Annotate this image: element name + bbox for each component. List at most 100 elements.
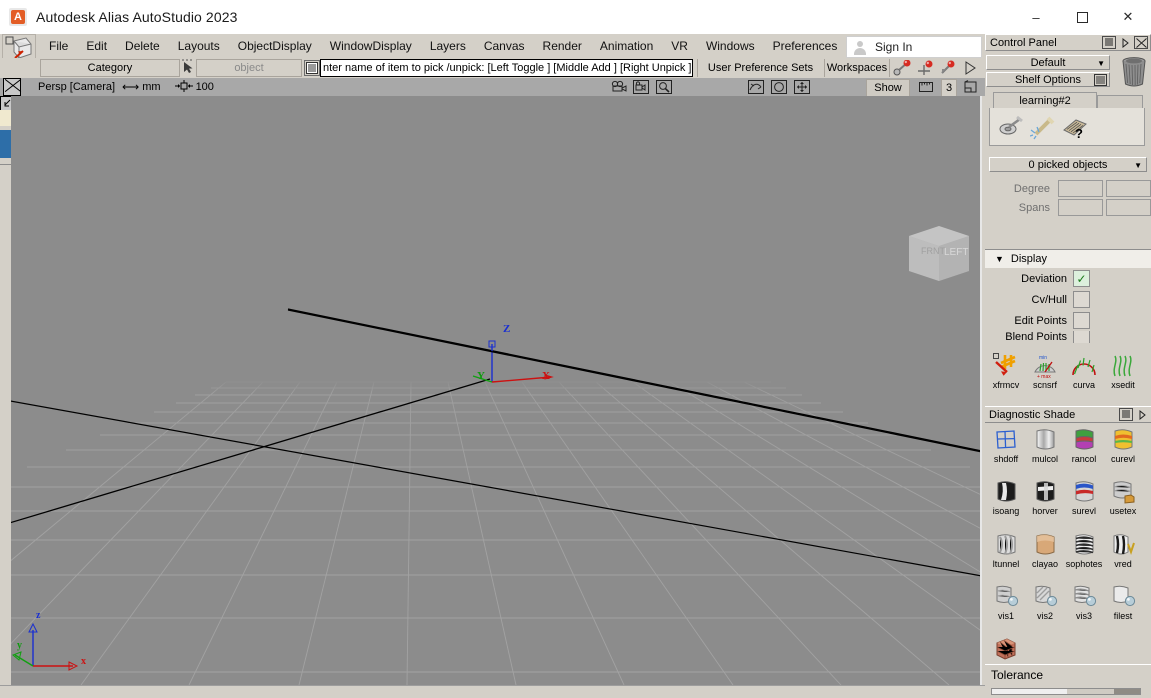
shelf-item-scnsrf[interactable]: min + max scnsrf	[1027, 353, 1063, 399]
menu-canvas[interactable]: Canvas	[475, 36, 534, 56]
shade-item-vis1[interactable]: vis1	[988, 584, 1024, 630]
menu-render[interactable]: Render	[534, 36, 591, 56]
perspective-viewport[interactable]: FRNT LEFT Z X Y z	[11, 96, 982, 685]
ruler-icon[interactable]	[918, 80, 934, 97]
tool-red-1-icon[interactable]	[893, 60, 911, 79]
sparkle-tool-icon[interactable]	[1030, 114, 1056, 140]
spans-field-1[interactable]	[1058, 199, 1103, 216]
help-keyboard-icon[interactable]: ?	[1062, 114, 1088, 140]
shade-item-clayao[interactable]: clayao	[1027, 532, 1063, 578]
menu-file[interactable]: File	[40, 36, 77, 56]
trash-icon[interactable]	[1120, 54, 1148, 88]
user-avatar-icon	[852, 40, 867, 55]
shade-item-vred[interactable]: vred	[1105, 532, 1141, 578]
camera-lock-icon[interactable]	[633, 80, 649, 97]
object-field-value: object	[234, 62, 263, 74]
ltunnel-icon	[993, 532, 1019, 558]
menu-layers[interactable]: Layers	[421, 36, 475, 56]
shade-item-vis2[interactable]: vis2	[1027, 584, 1063, 630]
xfrmcv-icon	[993, 353, 1019, 379]
panel-expand-icon[interactable]	[1118, 36, 1132, 49]
menu-animation[interactable]: Animation	[591, 36, 662, 56]
maximize-button[interactable]	[1059, 0, 1105, 34]
window-icon[interactable]	[963, 80, 979, 97]
shelf-tab-learning2[interactable]: learning#2	[993, 92, 1097, 108]
shade-item-filest[interactable]: filest	[1105, 584, 1141, 630]
chevron-down-icon: ▼	[1134, 161, 1142, 170]
viewport-close-icon[interactable]	[3, 78, 21, 96]
tool-red-3-icon[interactable]	[939, 60, 957, 79]
shelf-tab-empty[interactable]	[1097, 95, 1143, 108]
sign-in-label: Sign In	[875, 40, 912, 54]
control-panel-title: Control Panel	[990, 37, 1057, 49]
render-icon[interactable]	[748, 80, 764, 97]
camera-icon[interactable]	[611, 80, 627, 97]
close-button[interactable]: ✕	[1105, 0, 1151, 34]
shade-item-curevl[interactable]: curevl	[1105, 427, 1141, 473]
prompt-field[interactable]: nter name of item to pick /unpick: [Left…	[320, 59, 693, 77]
list-icon[interactable]	[304, 60, 320, 76]
revolve-tool-icon[interactable]	[998, 114, 1024, 140]
tool-red-2-icon[interactable]	[916, 60, 934, 79]
category-button[interactable]: Category	[40, 59, 180, 77]
shade-item-horver[interactable]: horver	[1027, 479, 1063, 525]
workspaces-button[interactable]: Workspaces	[824, 59, 890, 77]
magnifier-icon[interactable]	[656, 80, 672, 97]
cvhull-checkbox[interactable]	[1073, 291, 1090, 308]
editpoints-checkbox[interactable]	[1073, 312, 1090, 329]
move-icon[interactable]	[794, 80, 810, 97]
shade-item-isoang[interactable]: isoang	[988, 479, 1024, 525]
menu-edit[interactable]: Edit	[77, 36, 116, 56]
diagnostic-shade-header: Diagnostic Shade	[985, 406, 1151, 423]
tolerance-slider[interactable]	[991, 688, 1141, 695]
shelf-item-xfrmcv[interactable]: xfrmcv	[988, 353, 1024, 399]
menu-delete[interactable]: Delete	[116, 36, 169, 56]
menu-objectdisplay[interactable]: ObjectDisplay	[229, 36, 321, 56]
shade-item-shdoff[interactable]: shdoff	[988, 427, 1024, 473]
deviation-checkbox[interactable]: ✓	[1073, 270, 1090, 287]
shade-item-rancol[interactable]: rancol	[1066, 427, 1102, 473]
shelf-item-curva[interactable]: curva	[1066, 353, 1102, 399]
picked-objects-dropdown[interactable]: 0 picked objects ▼	[989, 157, 1147, 172]
menu-preferences[interactable]: Preferences	[764, 36, 847, 56]
display-section-header[interactable]: ▼ Display	[985, 250, 1151, 268]
shade-item-ltunnel[interactable]: ltunnel	[988, 532, 1024, 578]
menu-vr[interactable]: VR	[662, 36, 697, 56]
sign-in-button[interactable]: Sign In	[846, 36, 982, 58]
shade-item-usetex[interactable]: usetex	[1105, 479, 1141, 525]
sophotes-icon	[1071, 532, 1097, 558]
degree-field-2[interactable]	[1106, 180, 1151, 197]
display-section: ▼ Display Deviation ✓ Cv/Hull Edit Point…	[985, 249, 1151, 343]
user-preference-sets-button[interactable]: User Preference Sets	[697, 59, 823, 77]
play-triangle-icon[interactable]	[963, 60, 977, 79]
svg-text:min: min	[1039, 355, 1047, 361]
show-button[interactable]: Show	[866, 79, 910, 97]
shelf-options-menu-icon[interactable]	[1094, 74, 1107, 89]
collapse-triangle-icon[interactable]: ▼	[995, 254, 1004, 264]
degree-field-1[interactable]	[1058, 180, 1103, 197]
shade-item-sophotes[interactable]: sophotes	[1066, 532, 1102, 578]
shade-item-vis3[interactable]: vis3	[1066, 584, 1102, 630]
shade-item-label: horver	[1032, 506, 1058, 516]
panel-menu-icon[interactable]	[1102, 36, 1116, 49]
panel-close-icon[interactable]	[1134, 36, 1148, 49]
diagnostic-expand-icon[interactable]	[1135, 408, 1149, 421]
blendpoints-checkbox[interactable]	[1073, 331, 1090, 343]
shelf-icon-area: ?	[989, 108, 1145, 146]
shade-item-surevl[interactable]: surevl	[1066, 479, 1102, 525]
spans-field-2[interactable]	[1106, 199, 1151, 216]
shade-item-label: vis1	[998, 611, 1014, 621]
menu-layouts[interactable]: Layouts	[169, 36, 229, 56]
shelf-options-button[interactable]: Shelf Options	[986, 72, 1110, 87]
shade-item-mulcol[interactable]: mulcol	[1027, 427, 1063, 473]
units-label: mm	[142, 81, 160, 93]
preset-dropdown[interactable]: Default ▼	[986, 55, 1110, 70]
circle-icon[interactable]	[771, 80, 787, 97]
menu-windowdisplay[interactable]: WindowDisplay	[321, 36, 421, 56]
minimize-button[interactable]: –	[1013, 0, 1059, 34]
diagnostic-menu-icon[interactable]	[1119, 408, 1133, 421]
menu-windows[interactable]: Windows	[697, 36, 764, 56]
object-field[interactable]: object	[196, 59, 302, 77]
shelf-item-xsedit[interactable]: xsedit	[1105, 353, 1141, 399]
grid-count-field[interactable]: 3	[941, 79, 957, 97]
